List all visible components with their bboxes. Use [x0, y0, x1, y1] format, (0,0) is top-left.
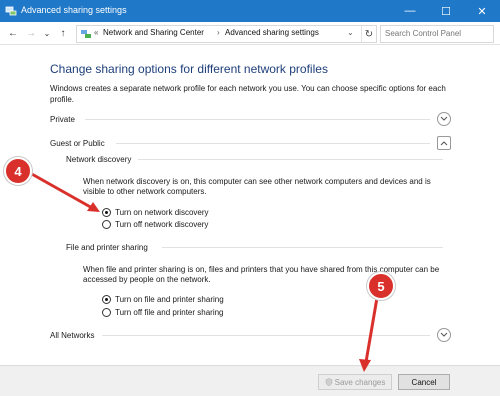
profile-guest-public-label[interactable]: Guest or Public	[50, 139, 105, 148]
divider	[162, 247, 443, 248]
save-changes-label: Save changes	[334, 377, 386, 387]
network-sharing-icon	[5, 6, 17, 16]
divider	[116, 143, 430, 144]
page-heading: Change sharing options for different net…	[50, 62, 328, 76]
maximize-button[interactable]: ☐	[428, 0, 464, 22]
close-button[interactable]: ✕	[464, 0, 500, 22]
breadcrumb-separator-icon[interactable]: ›	[217, 28, 220, 37]
breadcrumb-network-and-sharing-center[interactable]: Network and Sharing Center	[103, 28, 204, 37]
divider	[85, 119, 430, 120]
cancel-button[interactable]: Cancel	[398, 374, 450, 390]
title-bar: Advanced sharing settings — ☐ ✕	[0, 0, 500, 22]
minimize-button[interactable]: —	[392, 0, 428, 22]
network-discovery-title: Network discovery	[66, 155, 132, 164]
radio-unselected-icon[interactable]	[102, 308, 111, 317]
address-overflow-icon[interactable]: «	[94, 28, 98, 37]
divider	[102, 335, 430, 336]
expand-private-chevron-down-icon[interactable]	[437, 112, 451, 126]
recent-locations-button[interactable]: ⌄	[40, 26, 54, 40]
step-badge-4: 4	[4, 157, 32, 185]
forward-button[interactable]: →	[24, 26, 38, 40]
navigation-bar: ← → ⌄ ↑ « Network and Sharing Center › A…	[0, 22, 500, 45]
intro-text: Windows creates a separate network profi…	[50, 84, 446, 104]
radio-turn-off-file-printer-sharing[interactable]: Turn off file and printer sharing	[102, 307, 224, 318]
search-box[interactable]	[380, 25, 494, 43]
radio-label: Turn off file and printer sharing	[115, 308, 224, 317]
profile-all-networks-label[interactable]: All Networks	[50, 331, 94, 340]
up-button[interactable]: ↑	[56, 26, 70, 40]
search-input[interactable]	[385, 27, 489, 39]
radio-turn-on-file-printer-sharing[interactable]: Turn on file and printer sharing	[102, 294, 224, 305]
network-icon	[81, 30, 91, 38]
profile-private-label[interactable]: Private	[50, 115, 75, 124]
divider	[138, 159, 443, 160]
footer-bar: Save changes Cancel	[0, 365, 500, 396]
file-printer-sharing-description: When file and printer sharing is on, fil…	[83, 265, 440, 284]
expand-all-networks-chevron-down-icon[interactable]	[437, 328, 451, 342]
file-printer-sharing-title: File and printer sharing	[66, 243, 148, 252]
radio-turn-off-network-discovery[interactable]: Turn off network discovery	[102, 219, 208, 230]
radio-label: Turn on file and printer sharing	[115, 295, 224, 304]
radio-label: Turn off network discovery	[115, 220, 209, 229]
address-dropdown-icon[interactable]: ⌄	[347, 28, 354, 37]
radio-turn-on-network-discovery[interactable]: Turn on network discovery	[102, 207, 209, 218]
radio-selected-icon[interactable]	[102, 208, 111, 217]
breadcrumb-advanced-sharing-settings[interactable]: Advanced sharing settings	[225, 28, 319, 37]
address-bar[interactable]: « Network and Sharing Center › Advanced …	[76, 25, 377, 43]
radio-label: Turn on network discovery	[115, 208, 209, 217]
collapse-guest-public-chevron-up-icon[interactable]	[437, 136, 451, 150]
refresh-button[interactable]: ↻	[361, 26, 376, 42]
window-title: Advanced sharing settings	[21, 5, 127, 15]
radio-unselected-icon[interactable]	[102, 220, 111, 229]
admin-shield-icon	[325, 378, 332, 386]
radio-selected-icon[interactable]	[102, 295, 111, 304]
step-badge-5: 5	[367, 272, 395, 300]
back-button[interactable]: ←	[6, 26, 20, 40]
network-discovery-description: When network discovery is on, this compu…	[83, 177, 431, 196]
main-content: Change sharing options for different net…	[0, 45, 500, 365]
save-changes-button[interactable]: Save changes	[318, 374, 392, 390]
